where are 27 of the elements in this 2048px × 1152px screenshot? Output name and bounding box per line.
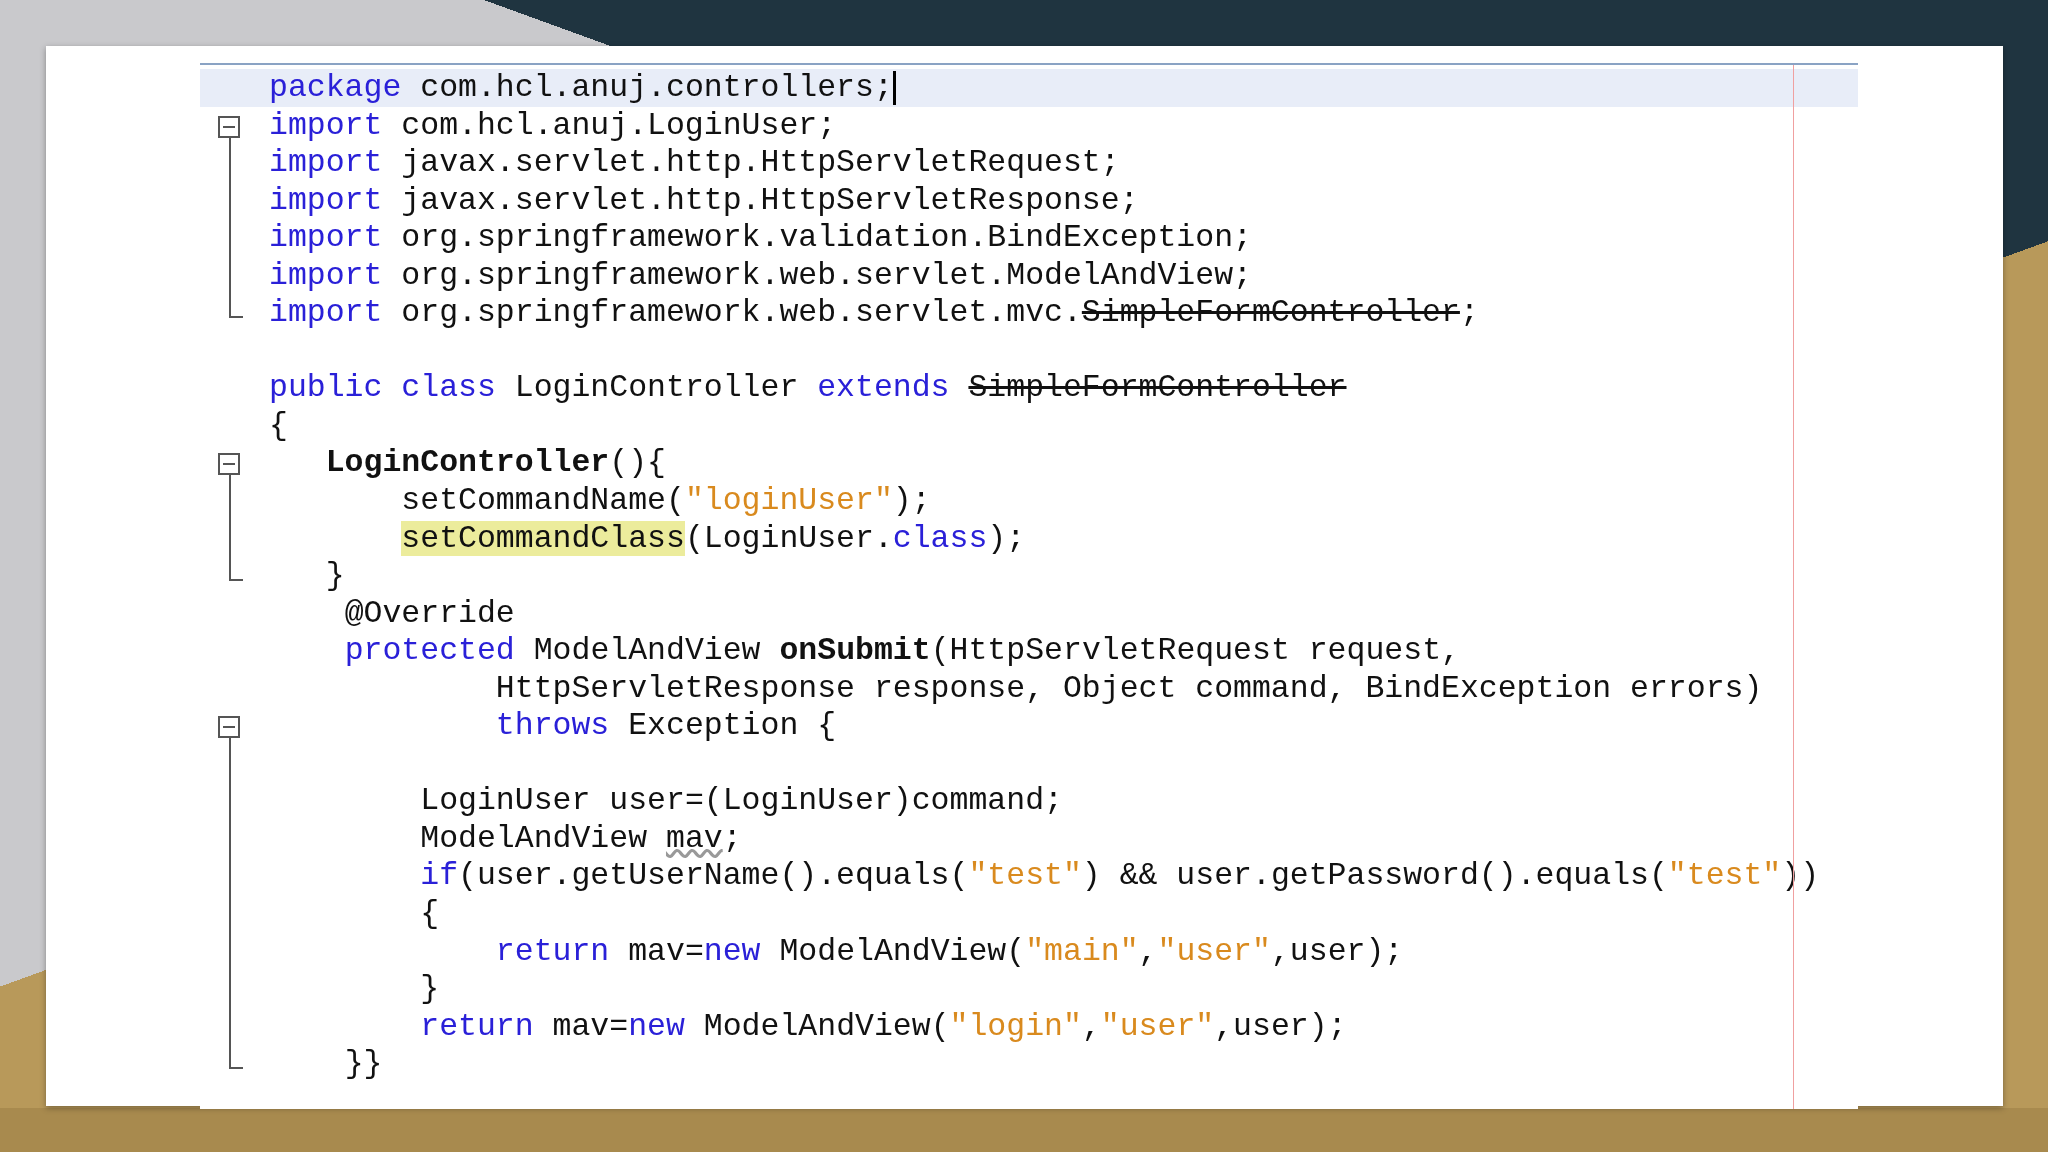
code-line: @Override — [343, 594, 515, 633]
code-line: import org.springframework.web.servlet.mvc.SimpleFormController; — [269, 294, 1479, 332]
code-line: { — [419, 895, 440, 933]
code-line: import org.springframework.validation.BindException; — [269, 219, 1252, 257]
code-line: LoginController(){ — [324, 444, 666, 482]
code-line: setCommandName("loginUser"); — [400, 482, 931, 520]
code-line: package com.hcl.anuj.controllers; — [269, 69, 893, 107]
code-line: ModelAndView mav; — [419, 819, 742, 858]
collapse-icon[interactable] — [218, 453, 240, 476]
code-line: return mav=new ModelAndView("main","user",user); — [494, 932, 1404, 971]
collapse-icon[interactable] — [218, 716, 240, 739]
code-line: public class LoginController extends SimpleFormController — [269, 369, 1347, 407]
code-line: protected ModelAndView onSubmit(HttpServletRequest request, — [343, 632, 1460, 670]
code-line: throws Exception { — [494, 707, 837, 745]
code-line: import javax.servlet.http.HttpServletRequest; — [269, 144, 1120, 182]
code-line: import javax.servlet.http.HttpServletResponse; — [269, 181, 1139, 220]
code-line: return mav=new ModelAndView("login","user",user); — [419, 1007, 1347, 1046]
code-line: }} — [343, 1045, 383, 1083]
code-line: } — [324, 557, 345, 595]
code-line: } — [419, 970, 440, 1008]
code-line: LoginUser user=(LoginUser)command; — [419, 782, 1063, 820]
code-line: setCommandClass(LoginUser.class); — [400, 519, 1026, 558]
code-line: import org.springframework.web.servlet.ModelAndView; — [269, 256, 1252, 295]
collapse-icon[interactable] — [218, 115, 240, 138]
code-line: import com.hcl.anuj.LoginUser; — [269, 106, 837, 145]
code-line: { — [269, 406, 288, 445]
code-line: HttpServletResponse response, Object command, BindException errors) — [494, 669, 1763, 708]
